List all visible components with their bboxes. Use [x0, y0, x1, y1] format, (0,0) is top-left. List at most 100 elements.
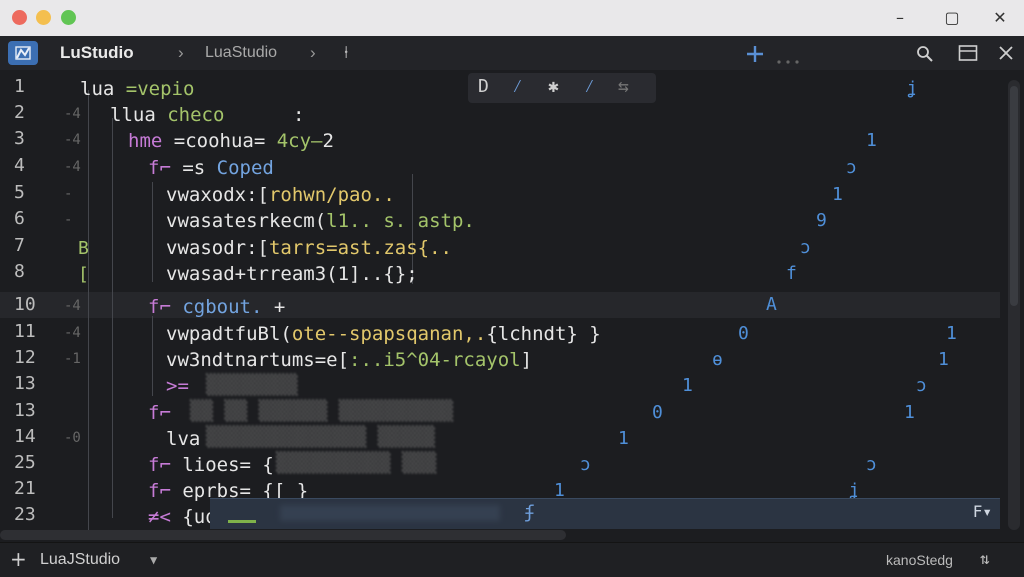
chevron-down-icon[interactable]: ▼ [150, 553, 157, 567]
status-right-text: kanoStedg [886, 552, 953, 568]
line-number: 11 [14, 321, 36, 342]
bracket-glyph: 1 [946, 323, 957, 344]
fold-marker[interactable]: -1 [64, 351, 81, 367]
code-token: =vepio [125, 78, 195, 100]
bracket-glyph: 1 [938, 349, 949, 370]
code-line[interactable]: f⌐ =s Coped [148, 155, 274, 181]
ghost-text [280, 505, 500, 521]
code-line[interactable]: hme =coohua= 4cy—2 [128, 128, 334, 154]
fold-marker[interactable]: -0 [64, 430, 81, 446]
line-number-gutter: 1 2 3 4 5 6 7 8 10 11 12 13 13 14 25 21 … [0, 70, 90, 542]
code-token: vwpadtfuBl( [166, 323, 292, 345]
panel-icon[interactable] [958, 44, 978, 62]
code-token: vwasad+trream3(1]..{}; [166, 263, 418, 285]
status-app-name[interactable]: LuaJStudio [40, 551, 120, 569]
code-token: f⌐ [148, 454, 183, 476]
code-token: cgbout. [182, 296, 274, 318]
find-option-icon[interactable]: D [478, 76, 489, 97]
bracket-glyph: 1 [682, 375, 693, 396]
status-bar: + LuaJStudio ▼ kanoStedg ⇅ [0, 542, 1024, 577]
maximize-traffic-light[interactable] [61, 10, 76, 25]
regex-icon[interactable]: ⁄ [512, 76, 523, 98]
line-number: 4 [14, 155, 25, 176]
code-line[interactable]: f⌐ cgbout. + [148, 294, 285, 320]
slash-icon[interactable]: ⁄ [584, 76, 595, 98]
fold-marker[interactable]: -4 [64, 159, 81, 175]
ghost-text: ▒▒▒▒▒▒▒▒ [206, 374, 298, 396]
code-token: f⌐ [148, 157, 183, 179]
code-token: ] [520, 349, 533, 371]
bracket-glyph: ʝ [906, 78, 917, 99]
horizontal-scrollbar[interactable] [0, 530, 566, 540]
line-number: 23 [14, 504, 36, 525]
app-logo-icon[interactable] [8, 41, 38, 65]
app-name[interactable]: LuStudio [60, 36, 134, 70]
code-token: {lchndt} } [486, 323, 601, 345]
bracket-glyph: A [766, 294, 777, 315]
close-traffic-light[interactable] [12, 10, 27, 25]
bracket-glyph: 1 [832, 184, 843, 205]
autocomplete-bar[interactable]: ʄ F▾ [210, 498, 1000, 529]
plus-cross-icon[interactable] [746, 45, 764, 63]
swap-icon[interactable]: ⇆ [618, 76, 629, 97]
fold-marker[interactable]: -4 [64, 325, 81, 341]
code-line[interactable]: llua checo : [110, 102, 304, 128]
breadcrumb-separator: › [178, 43, 184, 62]
fold-marker[interactable]: - [64, 212, 72, 228]
code-line[interactable]: >= [166, 373, 200, 399]
code-line[interactable]: vwpadtfuBl(ote--spapsqanan,.{lchndt} } [166, 321, 601, 347]
bracket-glyph: 1 [904, 402, 915, 423]
code-line[interactable]: f⌐ lioes= { [148, 452, 274, 478]
suggestion-menu-icon[interactable]: F▾ [973, 502, 992, 521]
maximize-button[interactable]: ▢ [940, 6, 964, 30]
line-number: 25 [14, 452, 36, 473]
code-line[interactable]: vwasodr:[tarrs=ast.zas{.. [166, 235, 452, 261]
bracket-glyph: 9 [816, 210, 827, 231]
close-button[interactable]: ✕ [988, 6, 1012, 30]
fold-marker[interactable]: -4 [64, 298, 81, 314]
code-token: Coped [216, 157, 274, 179]
line-number: 2 [14, 102, 25, 123]
code-line[interactable]: vwaxodx:[rohwn/pao.. [166, 182, 395, 208]
find-toolbar: D ⁄ ✱ ⁄ ⇆ [468, 73, 656, 103]
search-icon[interactable] [916, 45, 934, 63]
code-line[interactable]: vwasad+trream3(1]..{}; [166, 261, 418, 287]
code-token: rohwn/pao.. [268, 184, 395, 206]
code-line[interactable]: vw3ndtnartums=e[:..i5^04-rcayol] [166, 347, 532, 373]
breadcrumb-project[interactable]: LuaStudio [205, 36, 277, 70]
fold-marker[interactable]: - [64, 186, 72, 202]
code-line[interactable]: lva [166, 426, 200, 452]
wildcard-icon[interactable]: ✱ [548, 76, 559, 97]
code-line[interactable]: vwasatesrkecm(l1.. s. astp. [166, 208, 475, 234]
code-token: 4cy— [276, 130, 323, 152]
code-token: vwaxodx:[ [166, 184, 269, 206]
add-button[interactable]: + [10, 547, 27, 571]
vertical-scrollbar[interactable] [1008, 80, 1020, 530]
code-line[interactable]: f⌐ [148, 400, 171, 426]
fold-marker[interactable]: -4 [64, 132, 81, 148]
minimize-traffic-light[interactable] [36, 10, 51, 25]
code-token: lua [80, 78, 126, 100]
close-panel-icon[interactable] [998, 45, 1014, 61]
bracket-glyph: 0 [738, 323, 749, 344]
code-token: vwasatesrkecm( [166, 210, 327, 232]
code-token: =coohua= [173, 130, 277, 152]
ghost-text: ▒▒▒▒▒▒▒▒▒▒▒▒▒▒ ▒▒▒▒▒ [206, 426, 435, 448]
fold-marker[interactable]: -4 [64, 106, 81, 122]
code-token: lva [166, 428, 201, 450]
code-line[interactable]: lua =vepio [80, 76, 194, 102]
bracket-glyph: f [786, 263, 797, 284]
minimize-button[interactable]: – [888, 6, 912, 30]
bracket-glyph: ɔ [916, 375, 927, 396]
bracket-glyph: ɔ [846, 157, 857, 178]
pin-icon[interactable]: ⍿ [344, 36, 348, 70]
code-token: >= [166, 375, 201, 397]
code-editor[interactable]: 1 2 3 4 5 6 7 8 10 11 12 13 13 14 25 21 … [0, 70, 1024, 542]
cursor-underline [228, 520, 256, 523]
code-token: f⌐ [148, 296, 183, 318]
scrollbar-thumb[interactable] [1010, 86, 1018, 306]
sync-icon[interactable]: ⇅ [980, 549, 990, 568]
code-token: ote--spapsqanan,. [291, 323, 487, 345]
breadcrumb-separator-2: › [310, 43, 316, 62]
code-token: =s [182, 157, 217, 179]
